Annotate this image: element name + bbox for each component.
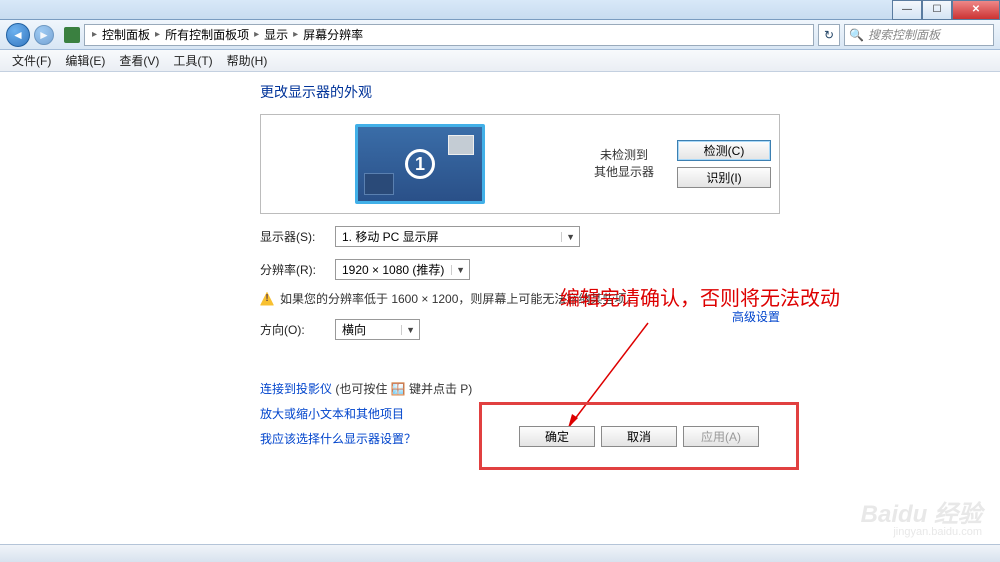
content-area: 更改显示器的外观 1 未检测到 其他显示器 检测(C) 识别(I) 显示器(S)… bbox=[0, 72, 1000, 544]
menu-view[interactable]: 查看(V) bbox=[113, 50, 165, 71]
not-detected-line2: 其他显示器 bbox=[585, 164, 663, 181]
chevron-down-icon: ▼ bbox=[451, 265, 465, 275]
orientation-label: 方向(O): bbox=[260, 321, 335, 338]
monitor-1[interactable]: 1 bbox=[355, 124, 485, 204]
display-dropdown[interactable]: 1. 移动 PC 显示屏 ▼ bbox=[335, 226, 580, 247]
not-detected-text: 未检测到 其他显示器 bbox=[579, 147, 669, 181]
search-placeholder: 搜索控制面板 bbox=[868, 26, 940, 43]
search-icon: 🔍 bbox=[849, 28, 864, 42]
monitor-thumb-icon bbox=[448, 135, 474, 155]
control-panel-icon bbox=[64, 27, 80, 43]
status-bar bbox=[0, 544, 1000, 562]
not-detected-line1: 未检测到 bbox=[585, 147, 663, 164]
action-buttons-highlight: 确定 取消 应用(A) bbox=[479, 402, 799, 470]
orientation-dropdown[interactable]: 横向 ▼ bbox=[335, 319, 420, 340]
chevron-right-icon: ▸ bbox=[251, 29, 262, 40]
breadcrumb[interactable]: ▸ 控制面板 ▸ 所有控制面板项 ▸ 显示 ▸ 屏幕分辨率 bbox=[84, 24, 814, 46]
menu-bar: 文件(F) 编辑(E) 查看(V) 工具(T) 帮助(H) bbox=[0, 50, 1000, 72]
resolution-label: 分辨率(R): bbox=[260, 261, 335, 278]
resolution-value: 1920 × 1080 (推荐) bbox=[342, 261, 444, 278]
window-buttons: — ☐ ✕ bbox=[892, 0, 1000, 20]
cancel-button[interactable]: 取消 bbox=[601, 426, 677, 447]
identify-button[interactable]: 识别(I) bbox=[677, 167, 771, 188]
breadcrumb-item[interactable]: 屏幕分辨率 bbox=[303, 26, 363, 43]
display-label: 显示器(S): bbox=[260, 228, 335, 245]
advanced-settings-link[interactable]: 高级设置 bbox=[732, 310, 780, 324]
search-input[interactable]: 🔍 搜索控制面板 bbox=[844, 24, 994, 46]
orientation-value: 横向 bbox=[342, 321, 366, 338]
projector-hint: (也可按住 🪟 键并点击 P) bbox=[335, 382, 472, 396]
display-arrangement-box: 1 未检测到 其他显示器 检测(C) 识别(I) bbox=[260, 114, 780, 214]
projector-link[interactable]: 连接到投影仪 bbox=[260, 382, 332, 396]
monitor-thumb2-icon bbox=[364, 173, 394, 195]
chevron-down-icon: ▼ bbox=[561, 232, 575, 242]
resolution-row: 分辨率(R): 1920 × 1080 (推荐) ▼ bbox=[260, 259, 1000, 280]
menu-edit[interactable]: 编辑(E) bbox=[59, 50, 111, 71]
minimize-button[interactable]: — bbox=[892, 0, 922, 20]
warning-icon: ! bbox=[260, 292, 274, 306]
back-button[interactable]: ◄ bbox=[6, 23, 30, 47]
breadcrumb-item[interactable]: 显示 bbox=[264, 26, 288, 43]
chevron-down-icon: ▼ bbox=[401, 325, 415, 335]
maximize-button[interactable]: ☐ bbox=[922, 0, 952, 20]
apply-button[interactable]: 应用(A) bbox=[683, 426, 759, 447]
display-row: 显示器(S): 1. 移动 PC 显示屏 ▼ bbox=[260, 226, 1000, 247]
address-bar: ◄ ► ▸ 控制面板 ▸ 所有控制面板项 ▸ 显示 ▸ 屏幕分辨率 ↻ 🔍 搜索… bbox=[0, 20, 1000, 50]
page-title: 更改显示器的外观 bbox=[260, 82, 1000, 102]
monitor-number: 1 bbox=[405, 149, 435, 179]
menu-tools[interactable]: 工具(T) bbox=[167, 50, 218, 71]
display-preview[interactable]: 1 bbox=[261, 115, 579, 213]
close-button[interactable]: ✕ bbox=[952, 0, 1000, 20]
breadcrumb-item[interactable]: 控制面板 bbox=[102, 26, 150, 43]
chevron-right-icon: ▸ bbox=[89, 29, 100, 40]
menu-help[interactable]: 帮助(H) bbox=[221, 50, 274, 71]
detect-buttons-column: 检测(C) 识别(I) bbox=[669, 132, 779, 196]
ok-button[interactable]: 确定 bbox=[519, 426, 595, 447]
chevron-right-icon: ▸ bbox=[152, 29, 163, 40]
menu-file[interactable]: 文件(F) bbox=[6, 50, 57, 71]
annotation-text: 编辑完请确认，否则将无法改动 bbox=[560, 282, 840, 311]
refresh-button[interactable]: ↻ bbox=[818, 24, 840, 46]
chevron-right-icon: ▸ bbox=[290, 29, 301, 40]
forward-button[interactable]: ► bbox=[34, 25, 54, 45]
display-value: 1. 移动 PC 显示屏 bbox=[342, 228, 439, 245]
breadcrumb-item[interactable]: 所有控制面板项 bbox=[165, 26, 249, 43]
detect-button[interactable]: 检测(C) bbox=[677, 140, 771, 161]
resolution-dropdown[interactable]: 1920 × 1080 (推荐) ▼ bbox=[335, 259, 470, 280]
titlebar: — ☐ ✕ bbox=[0, 0, 1000, 20]
